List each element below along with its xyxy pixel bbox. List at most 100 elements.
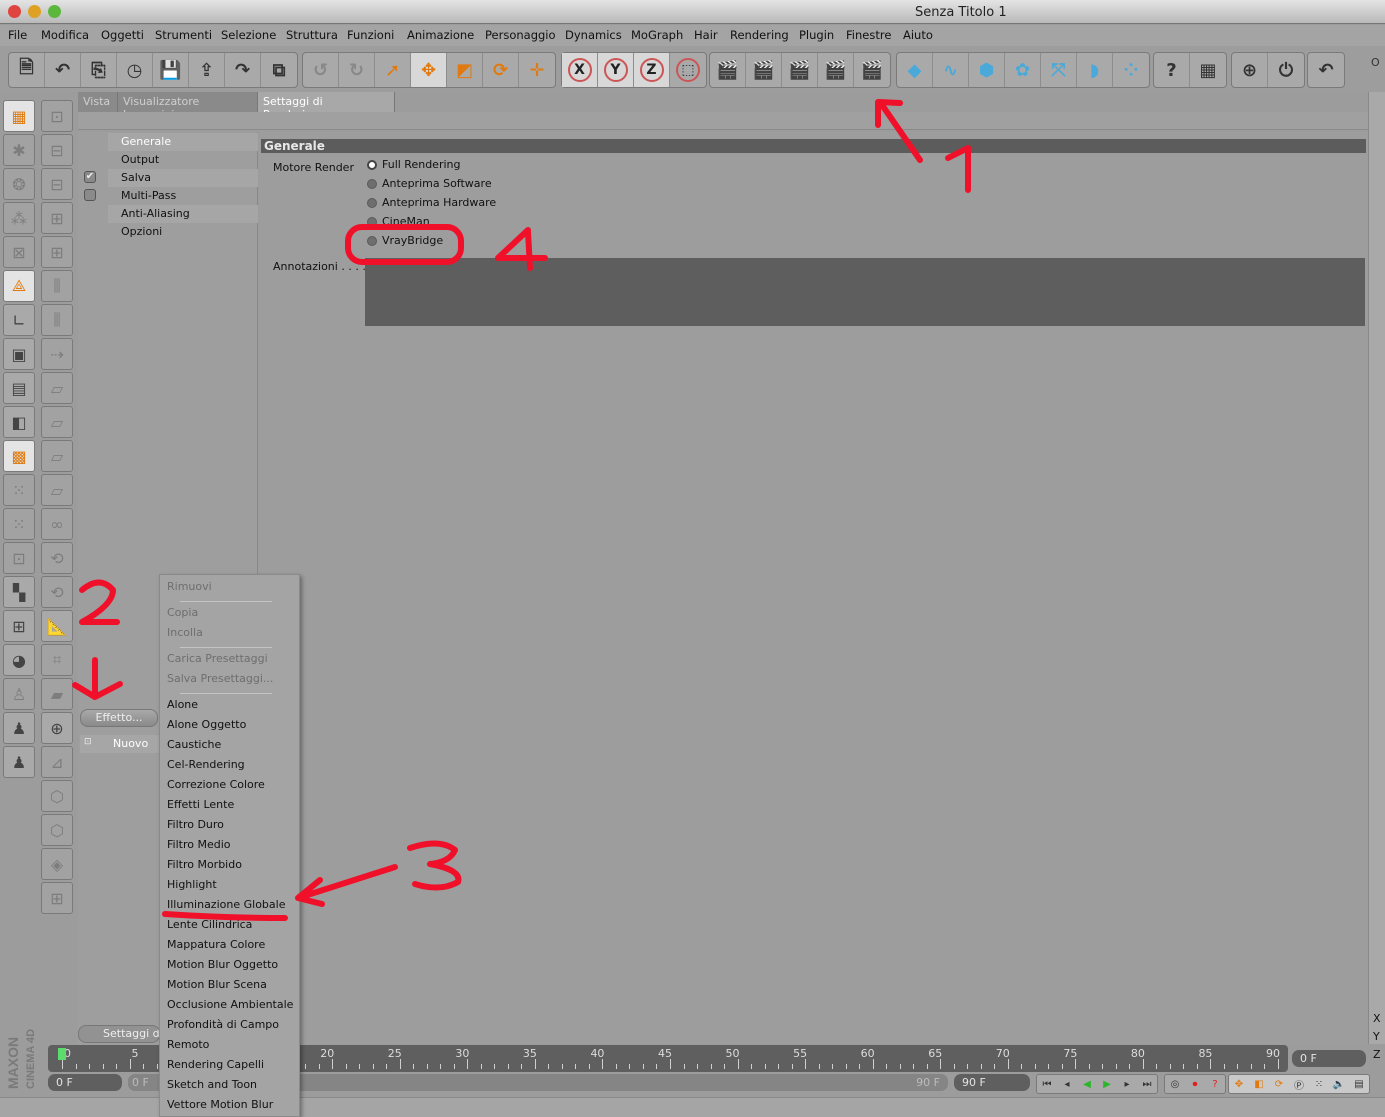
recent-tool-button[interactable]: ✛ [519, 53, 555, 87]
render-region-button[interactable]: 🎬 [746, 53, 782, 87]
menu-item-alone-oggetto[interactable]: Alone Oggetto [167, 718, 246, 731]
key-position-button[interactable]: ✥ [1229, 1075, 1249, 1093]
menu-file[interactable]: File [8, 28, 27, 42]
key-param-button[interactable]: Ⓟ [1289, 1075, 1309, 1093]
play-forward-button[interactable]: ▶ [1097, 1075, 1117, 1093]
save-incremental-button[interactable]: ⇪ [189, 53, 225, 87]
scale-button[interactable]: ◩ [447, 53, 483, 87]
prev-key-button[interactable]: ◂ [1057, 1075, 1077, 1093]
plane-c-button[interactable]: ▱ [41, 440, 73, 472]
new-document-button[interactable]: 🗎 [9, 53, 45, 87]
floor-button[interactable]: ▰ [41, 678, 73, 710]
menu-item-correzione-colore[interactable]: Correzione Colore [167, 778, 265, 791]
ruler-button[interactable]: 📐 [41, 610, 73, 642]
menu-item-occlusione-ambientale[interactable]: Occlusione Ambientale [167, 998, 293, 1011]
multi-pass-checkbox[interactable] [84, 189, 96, 201]
circles-button[interactable]: ∞ [41, 508, 73, 540]
engine-anteprima-software[interactable]: Anteprima Software [382, 177, 492, 190]
table-button[interactable]: ⊞ [41, 882, 73, 914]
right-panel-scrollbar[interactable]: O X Y Z [1368, 56, 1385, 1061]
path-button[interactable]: ⇢ [41, 338, 73, 370]
menu-item-caustiche[interactable]: Caustiche [167, 738, 221, 751]
arrange-button[interactable]: ⊞ [41, 202, 73, 234]
export-button[interactable]: ↷ [225, 53, 261, 87]
open-button[interactable]: ↶ [45, 53, 81, 87]
render-setting-item-nuovo[interactable]: ⊡ Nuovo [80, 735, 160, 753]
menu-rendering[interactable]: Rendering [730, 28, 789, 42]
sculpt-button[interactable]: ◕ [3, 644, 35, 676]
menu-item-cel-rendering[interactable]: Cel-Rendering [167, 758, 245, 771]
effect-button[interactable]: Effetto... [80, 709, 158, 727]
spline-button[interactable]: ∿ [933, 53, 969, 87]
axis-tool-button[interactable]: ⟁ [3, 270, 35, 302]
render-active-objects-button[interactable]: 🎬 [782, 53, 818, 87]
xyz-button[interactable]: ⟲ [41, 542, 73, 574]
menu-item-lente-cilindrica[interactable]: Lente Cilindrica [167, 918, 252, 931]
tab-settaggi-di-rendering[interactable]: Settaggi di Rendering... [258, 92, 395, 121]
redo-button[interactable]: ↻ [339, 53, 375, 87]
uvw-mode-button[interactable]: ▩ [3, 440, 35, 472]
menu-item-rendering-capelli[interactable]: Rendering Capelli [167, 1058, 264, 1071]
texture-axis-button[interactable]: ⊞ [3, 610, 35, 642]
save-button[interactable]: 💾 [153, 53, 189, 87]
menu-item-vettore-motion-blur[interactable]: Vettore Motion Blur [167, 1098, 273, 1111]
figure-button[interactable]: ♙ [3, 678, 35, 710]
engine-vraybridge[interactable]: VrayBridge [382, 234, 443, 247]
record-button[interactable]: ⏺ [1185, 1075, 1205, 1093]
cube-button[interactable]: ◆ [897, 53, 933, 87]
help-table-button[interactable]: ▦ [1190, 53, 1226, 87]
move-button[interactable]: ✥ [411, 53, 447, 87]
edges-mode-button[interactable]: ▤ [3, 372, 35, 404]
object-tool-button[interactable]: ❂ [3, 168, 35, 200]
radio-anteprima-hardware[interactable] [367, 198, 377, 208]
psr-button[interactable]: ⟲ [41, 576, 73, 608]
tree-item-multi-pass[interactable]: Multi-Pass [121, 189, 176, 202]
polygons-mode-button[interactable]: ◧ [3, 406, 35, 438]
engine-cineman[interactable]: CineMan [382, 215, 430, 228]
y-axis-button[interactable]: Y [598, 53, 634, 87]
menu-item-highlight[interactable]: Highlight [167, 878, 217, 891]
points-tool-button[interactable]: ⁂ [3, 202, 35, 234]
tree-item-salva[interactable]: Salva [121, 171, 151, 184]
menu-struttura[interactable]: Struttura [286, 28, 338, 42]
coordinate-system-button[interactable]: ⬚ [670, 53, 706, 87]
notes-textarea[interactable] [365, 258, 1365, 326]
array-button[interactable]: ✿ [1005, 53, 1041, 87]
minimize-window-button[interactable] [28, 5, 41, 18]
key-scheme-button[interactable]: ▤ [1349, 1075, 1369, 1093]
radio-full-rendering[interactable] [367, 160, 377, 170]
viewport-layout-button[interactable]: ▦ [3, 100, 35, 132]
zoom-window-button[interactable] [48, 5, 61, 18]
radio-vraybridge[interactable] [367, 236, 377, 246]
key-rotation-button[interactable]: ⟳ [1269, 1075, 1289, 1093]
tree-item-opzioni[interactable]: Opzioni [121, 225, 162, 238]
end-frame-field[interactable]: 90 F [954, 1074, 1030, 1091]
distribute-button[interactable]: ⊟ [41, 168, 73, 200]
save-all-button[interactable]: ⧉ [261, 53, 297, 87]
box-a-button[interactable]: ⬡ [41, 780, 73, 812]
render-to-picture-viewer-button[interactable]: 🎬 [818, 53, 854, 87]
go-to-start-button[interactable]: ⏮ [1037, 1075, 1057, 1093]
next-key-button[interactable]: ▸ [1117, 1075, 1137, 1093]
timeline-end-field[interactable]: 0 F [1292, 1050, 1366, 1067]
x-axis-button[interactable]: X [562, 53, 598, 87]
undo-button[interactable]: ↺ [303, 53, 339, 87]
menu-aiuto[interactable]: Aiuto [903, 28, 933, 42]
key-points-button[interactable]: ⁙ [1309, 1075, 1329, 1093]
menu-item-alone[interactable]: Alone [167, 698, 198, 711]
browser-button[interactable]: ⊕ [1232, 53, 1268, 87]
rotate-button[interactable]: ⟳ [483, 53, 519, 87]
menu-funzioni[interactable]: Funzioni [347, 28, 394, 42]
menu-personaggio[interactable]: Personaggio [485, 28, 556, 42]
scene-button[interactable]: ◗ [1077, 53, 1113, 87]
add-object-button[interactable]: ⊕ [41, 712, 73, 744]
live-selection-button[interactable]: ➚ [375, 53, 411, 87]
points-mode-button[interactable]: ▣ [3, 338, 35, 370]
frame-button[interactable]: ⊡ [3, 542, 35, 574]
grid-b-button[interactable]: ⁙ [3, 508, 35, 540]
menu-selezione[interactable]: Selezione [221, 28, 276, 42]
menu-item-remoto[interactable]: Remoto [167, 1038, 209, 1051]
align-button[interactable]: ⊟ [41, 134, 73, 166]
help-pointer-button[interactable]: ? [1154, 53, 1190, 87]
key-help-button[interactable]: ? [1205, 1075, 1225, 1093]
